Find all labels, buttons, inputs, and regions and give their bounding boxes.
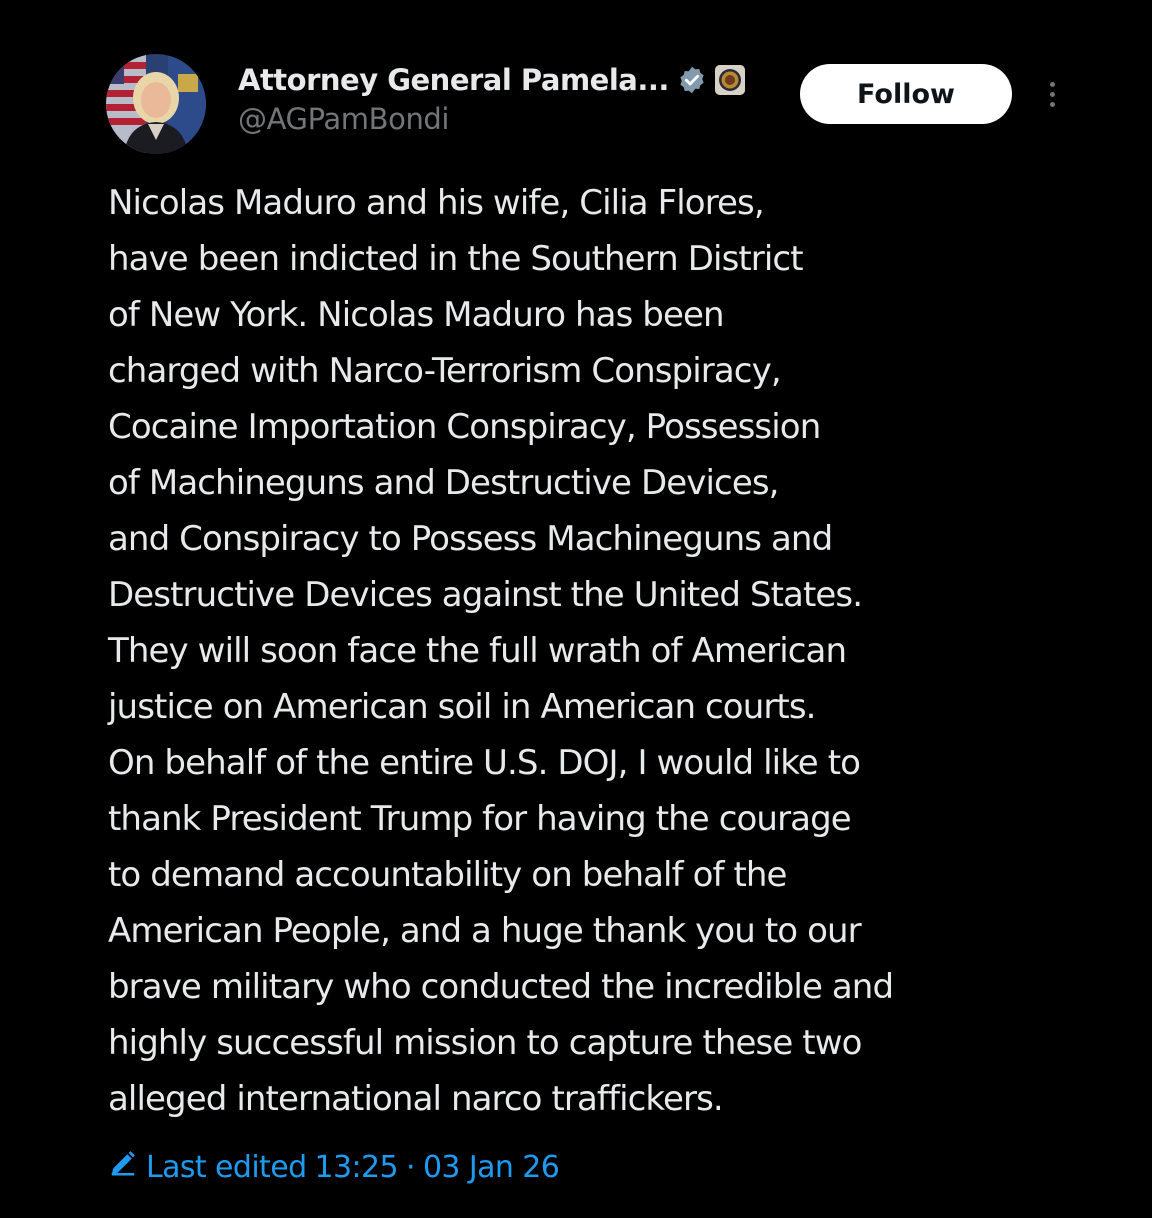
tweet-text-line: On behalf of the entire U.S. DOJ, I woul… [108,743,861,783]
last-edited-date: 03 Jan 26 [422,1149,560,1185]
more-dot [1049,81,1055,87]
tweet-text-line: of Machineguns and Destructive Devices, [108,463,779,503]
more-dot [1049,101,1055,107]
tweet-text-line: thank President Trump for having the cou… [108,799,852,839]
author-name-row: Attorney General Pamela... [238,58,745,102]
tweet-text: Nicolas Maduro and his wife, Cilia Flore… [108,175,1118,1127]
tweet-text-line: Cocaine Importation Conspiracy, Possessi… [108,407,821,447]
tweet-text-line: alleged international narco traffickers. [108,1079,724,1119]
last-edited-link[interactable]: Last edited 13:25 · 03 Jan 26 [108,1144,560,1190]
tweet-text-line: They will soon face the full wrath of Am… [108,631,847,671]
last-edited-separator: · [406,1149,416,1185]
more-dot [1049,91,1055,97]
tweet-text-line: American People, and a huge thank you to… [108,911,862,951]
tweet-text-line: Nicolas Maduro and his wife, Cilia Flore… [108,183,765,223]
tweet-text-line: brave military who conducted the incredi… [108,967,894,1007]
edit-pencil-icon [108,1148,138,1186]
tweet-text-line: to demand accountability on behalf of th… [108,855,787,895]
author-handle[interactable]: @AGPamBondi [238,102,449,136]
tweet-card: Attorney General Pamela... @AGPamBondi F… [0,0,1152,1218]
doj-seal-icon[interactable] [714,65,745,95]
avatar[interactable] [106,54,206,154]
tweet-text-line: and Conspiracy to Possess Machineguns an… [108,519,833,559]
follow-button[interactable]: Follow [800,64,1012,124]
tweet-text-line: have been indicted in the Southern Distr… [108,239,804,279]
tweet-text-line: justice on American soil in American cou… [108,687,816,727]
more-vertical-icon[interactable] [1032,74,1072,114]
verified-badge-icon[interactable] [677,65,707,95]
tweet-text-line: charged with Narco-Terrorism Conspiracy, [108,351,782,391]
tweet-text-line: of New York. Nicolas Maduro has been [108,295,725,335]
last-edited-time: 13:25 [314,1149,399,1185]
avatar-image [106,54,206,154]
tweet-text-line: Destructive Devices against the United S… [108,575,863,615]
tweet-text-line: highly successful mission to capture the… [108,1023,862,1063]
author-display-name[interactable]: Attorney General Pamela... [238,63,669,97]
last-edited-label: Last edited [146,1149,307,1185]
